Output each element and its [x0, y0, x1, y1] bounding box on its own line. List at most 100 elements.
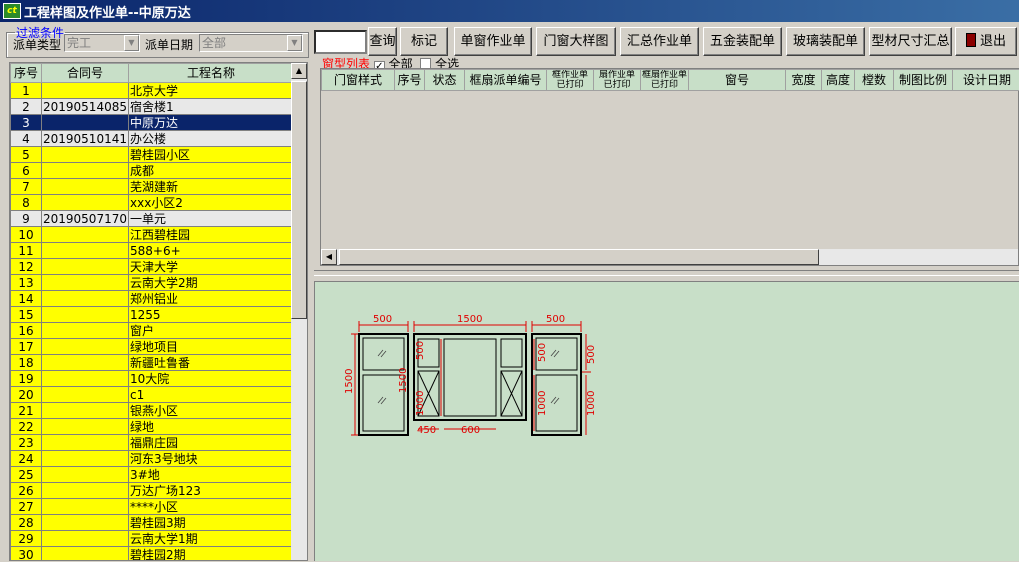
cell-contract[interactable]: [42, 179, 129, 195]
cell-name[interactable]: 宿舍楼1: [129, 99, 294, 115]
cell-contract[interactable]: [42, 371, 129, 387]
cell-contract[interactable]: [42, 435, 129, 451]
mark-button[interactable]: 标记: [400, 27, 448, 56]
dispatch-date-select[interactable]: 全部 ▼: [199, 34, 303, 52]
table-row[interactable]: 3中原万达: [11, 115, 294, 131]
cell-no[interactable]: 13: [11, 275, 42, 291]
wl-col-header[interactable]: 设计日期: [953, 70, 1019, 91]
cell-name[interactable]: 天津大学: [129, 259, 294, 275]
cell-name[interactable]: 绿地项目: [129, 339, 294, 355]
cell-no[interactable]: 7: [11, 179, 42, 195]
table-row[interactable]: 1910大院: [11, 371, 294, 387]
cell-name[interactable]: 银燕小区: [129, 403, 294, 419]
cell-contract[interactable]: [42, 259, 129, 275]
cell-contract[interactable]: [42, 419, 129, 435]
cell-contract[interactable]: [42, 243, 129, 259]
cell-contract[interactable]: [42, 163, 129, 179]
cell-name[interactable]: 江西碧桂园: [129, 227, 294, 243]
table-row[interactable]: 16窗户: [11, 323, 294, 339]
cell-contract[interactable]: [42, 467, 129, 483]
cell-no[interactable]: 26: [11, 483, 42, 499]
table-row[interactable]: 22绿地: [11, 419, 294, 435]
cell-no[interactable]: 30: [11, 547, 42, 562]
cell-name[interactable]: 万达广场123: [129, 483, 294, 499]
table-row[interactable]: 8xxx小区2: [11, 195, 294, 211]
cell-name[interactable]: 一单元: [129, 211, 294, 227]
glass-order-button[interactable]: 玻璃装配单: [786, 27, 865, 56]
cell-name[interactable]: 云南大学2期: [129, 275, 294, 291]
table-row[interactable]: 10江西碧桂园: [11, 227, 294, 243]
cell-contract[interactable]: [42, 387, 129, 403]
hscroll-thumb[interactable]: [339, 249, 819, 265]
table-row[interactable]: 9201905071701一单元: [11, 211, 294, 227]
table-row[interactable]: 18新疆吐鲁番: [11, 355, 294, 371]
wl-col-header[interactable]: 序号: [395, 70, 425, 91]
cell-no[interactable]: 20: [11, 387, 42, 403]
cell-name[interactable]: 3#地: [129, 467, 294, 483]
cell-no[interactable]: 23: [11, 435, 42, 451]
scroll-thumb[interactable]: [291, 81, 307, 319]
cell-contract[interactable]: [42, 339, 129, 355]
wl-col-header[interactable]: 宽度: [786, 70, 822, 91]
table-row[interactable]: 1 北京大学: [11, 83, 294, 99]
table-row[interactable]: 7 芜湖建新: [11, 179, 294, 195]
cell-contract[interactable]: [42, 355, 129, 371]
cell-no[interactable]: 3: [11, 115, 42, 131]
cell-name[interactable]: 绿地: [129, 419, 294, 435]
cell-name[interactable]: 办公楼: [129, 131, 294, 147]
cell-name[interactable]: 碧桂园3期: [129, 515, 294, 531]
cell-no[interactable]: 14: [11, 291, 42, 307]
cell-no[interactable]: 4: [11, 131, 42, 147]
scroll-left-icon[interactable]: ◀: [321, 249, 337, 265]
cell-contract[interactable]: 201905071701: [42, 211, 129, 227]
wl-col-header[interactable]: 框作业单已打印: [547, 70, 594, 91]
cell-no[interactable]: 27: [11, 499, 42, 515]
table-row[interactable]: 26 万达广场123: [11, 483, 294, 499]
cell-name[interactable]: 北京大学: [129, 83, 294, 99]
cell-contract[interactable]: [42, 195, 129, 211]
cell-name[interactable]: 郑州铝业: [129, 291, 294, 307]
table-row[interactable]: 17 绿地项目: [11, 339, 294, 355]
wl-col-header[interactable]: 樘数: [855, 70, 894, 91]
cell-name[interactable]: xxx小区2: [129, 195, 294, 211]
table-row[interactable]: 2201905140857宿舍楼1: [11, 99, 294, 115]
table-row[interactable]: 4201905101411办公楼: [11, 131, 294, 147]
cell-no[interactable]: 1: [11, 83, 42, 99]
table-row[interactable]: 28碧桂园3期: [11, 515, 294, 531]
dispatch-type-select[interactable]: 完工 ▼: [64, 34, 140, 52]
cell-no[interactable]: 9: [11, 211, 42, 227]
exit-button[interactable]: 退出: [955, 27, 1017, 56]
cell-name[interactable]: 10大院: [129, 371, 294, 387]
cell-contract[interactable]: [42, 115, 129, 131]
panel-splitter[interactable]: [314, 270, 1019, 276]
cell-no[interactable]: 24: [11, 451, 42, 467]
cell-contract[interactable]: [42, 291, 129, 307]
cell-name[interactable]: 福鼎庄园: [129, 435, 294, 451]
table-row[interactable]: 5碧桂园小区: [11, 147, 294, 163]
wl-col-header[interactable]: 制图比例: [894, 70, 953, 91]
table-row[interactable]: 6 成都: [11, 163, 294, 179]
cell-no[interactable]: 6: [11, 163, 42, 179]
wl-col-header[interactable]: 高度: [822, 70, 855, 91]
wl-col-header[interactable]: 框扇派单编号: [465, 70, 547, 91]
cell-name[interactable]: 碧桂园2期: [129, 547, 294, 562]
cell-contract[interactable]: [42, 227, 129, 243]
col-header-project-name[interactable]: 工程名称: [129, 64, 294, 83]
search-input[interactable]: [314, 30, 367, 54]
cell-no[interactable]: 29: [11, 531, 42, 547]
cell-name[interactable]: 成都: [129, 163, 294, 179]
cell-name[interactable]: 芜湖建新: [129, 179, 294, 195]
cell-contract[interactable]: 201905101411: [42, 131, 129, 147]
hardware-order-button[interactable]: 五金装配单: [703, 27, 782, 56]
profile-summary-button[interactable]: 型材尺寸汇总: [869, 27, 952, 56]
cell-no[interactable]: 15: [11, 307, 42, 323]
cell-no[interactable]: 21: [11, 403, 42, 419]
cell-no[interactable]: 17: [11, 339, 42, 355]
wl-col-header[interactable]: 扇作业单已打印: [594, 70, 641, 91]
cell-contract[interactable]: [42, 323, 129, 339]
cell-contract[interactable]: [42, 451, 129, 467]
cell-contract[interactable]: [42, 483, 129, 499]
cell-name[interactable]: ****小区: [129, 499, 294, 515]
wl-col-header[interactable]: 状态: [425, 70, 465, 91]
cell-name[interactable]: 1255: [129, 307, 294, 323]
